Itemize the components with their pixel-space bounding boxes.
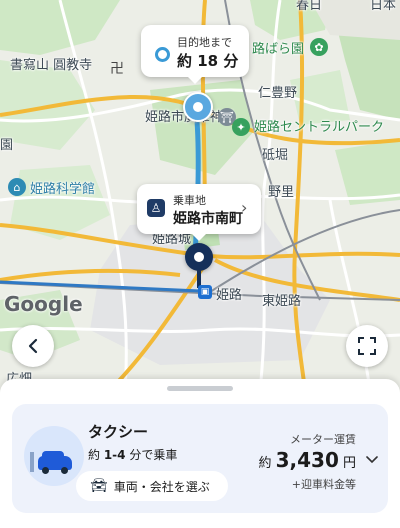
car-icon: 🚘︎ — [90, 478, 108, 494]
map-label-nitoyo: 仁豊野 — [258, 86, 298, 101]
map-label-central-park: 姫路セントラルパーク — [254, 120, 385, 135]
map-label-nihon: 日本 — [370, 0, 397, 13]
pickup-eta: 約 1-4 分で乗車 — [88, 448, 178, 462]
destination-marker[interactable] — [183, 92, 213, 122]
destination-dot-icon — [155, 47, 170, 62]
choose-vehicle-button[interactable]: 🚘︎ 車両・会社を選ぶ — [76, 471, 228, 501]
service-name: タクシー — [88, 423, 149, 441]
destination-callout[interactable]: 目的地まで 約 18 分 — [141, 25, 249, 84]
chevron-left-icon — [28, 338, 38, 354]
map-label-himeji: 姫路 — [216, 288, 243, 303]
map-label-higashi-himeji: 東姫路 — [262, 294, 302, 309]
map-label-kasuga: 春日 — [296, 0, 323, 13]
map-label-bara-en: 路ばら園 — [252, 42, 305, 57]
pickup-pin[interactable] — [185, 243, 213, 271]
park-area — [290, 70, 350, 125]
map-label-en: 園 — [0, 138, 14, 153]
person-icon — [30, 452, 34, 472]
bottom-sheet: タクシー 約 1-4 分で乗車 🚘︎ 車両・会社を選ぶ メーター運賃 約 3,4… — [0, 379, 400, 528]
sheet-drag-handle[interactable] — [167, 386, 233, 391]
fare-value: 3,430 — [275, 448, 339, 472]
choose-vehicle-label: 車両・会社を選ぶ — [113, 479, 210, 494]
fullscreen-button[interactable] — [346, 325, 388, 367]
expand-icon — [358, 337, 376, 355]
google-logo: Google — [4, 292, 83, 316]
extra-fee: +迎車料金等 — [291, 478, 356, 491]
seat-icon: ♙ — [147, 199, 165, 217]
map-label-nozato: 野里 — [268, 185, 295, 200]
fare-label: メーター運賃 — [290, 433, 356, 446]
expand-fare-button[interactable] — [366, 450, 378, 469]
back-button[interactable] — [12, 325, 54, 367]
station-icon: ▣ — [198, 285, 212, 299]
map-label-kakiyama: 書寫山 圓教寺 — [10, 58, 93, 73]
map-label-castle: 姫路城 — [152, 232, 192, 247]
park-icon: ✦ — [232, 118, 250, 136]
temple-icon: 卍 — [110, 61, 124, 77]
destination-callout-title: 目的地まで — [177, 36, 232, 49]
chevron-right-icon: › — [241, 198, 248, 217]
taxi-option-card[interactable]: タクシー 約 1-4 分で乗車 🚘︎ 車両・会社を選ぶ メーター運賃 約 3,4… — [12, 404, 388, 513]
taxi-illustration — [24, 426, 84, 486]
pickup-callout[interactable]: ♙ 乗車地 姫路市南町 › — [137, 184, 261, 241]
pickup-eta-value: 1-4 — [103, 448, 126, 462]
museum-icon: ⌂ — [8, 178, 26, 196]
destination-eta: 約 18 分 — [177, 52, 239, 70]
fare-amount: 約 3,430 円 — [258, 448, 356, 472]
map-label-science: 姫路科学館 — [30, 182, 96, 197]
map-view[interactable]: 書寫山 圓教寺 卍 姫路市廣峯神社 ⛩ 路ばら園 ✿ 仁豊野 ✦ 姫路セントラル… — [0, 0, 400, 392]
chevron-down-icon — [366, 456, 378, 464]
pickup-callout-title: 乗車地 — [173, 194, 206, 207]
flower-icon: ✿ — [310, 38, 328, 56]
pickup-location: 姫路市南町 — [173, 211, 243, 227]
map-label-toneori: 砥堀 — [262, 148, 289, 163]
